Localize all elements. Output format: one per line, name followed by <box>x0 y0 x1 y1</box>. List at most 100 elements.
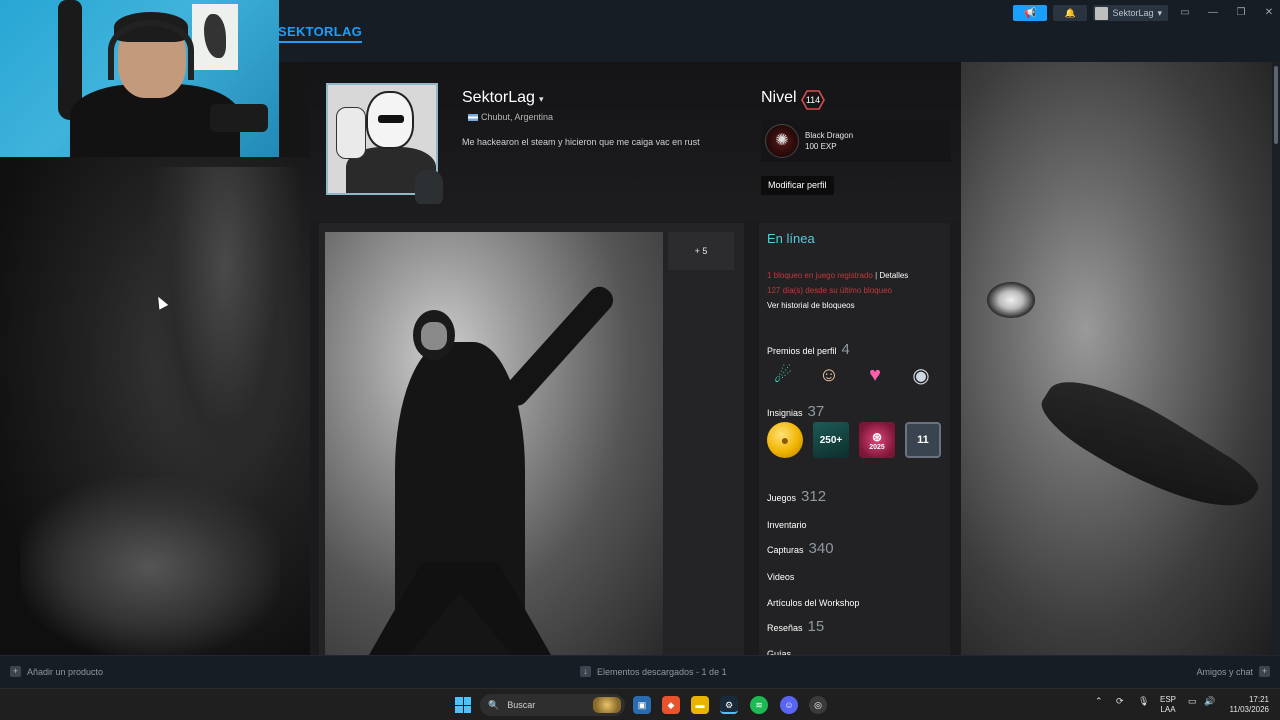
edit-profile-button[interactable]: Modificar perfil <box>761 176 834 195</box>
windows-taskbar: 🔍 Buscar ▣ ◆ ▬ ⚙ ≋ ☺ ◎ ⌃ ⟳ 🎙 ESP LAA ▭ 🔊… <box>0 688 1280 720</box>
maximize-icon[interactable]: ❐ <box>1230 5 1252 21</box>
page-scrollbar[interactable] <box>1272 62 1280 655</box>
chevron-down-icon[interactable]: ▾ <box>539 94 544 104</box>
scrollbar-thumb[interactable] <box>1274 66 1278 144</box>
years-service-badge-icon[interactable]: 11 <box>905 422 941 458</box>
profile-location: Chubut, Argentina <box>468 112 553 122</box>
showcase-more-button[interactable]: + 5 <box>668 232 734 270</box>
big-picture-icon[interactable]: ▭ <box>1174 5 1196 21</box>
comet-award-icon[interactable]: ☄ <box>767 359 799 391</box>
games-label: Juegos <box>767 493 797 503</box>
games-link[interactable]: Juegos 312 <box>767 488 826 505</box>
nav-username-tab[interactable]: SEKTORLAG <box>278 24 363 43</box>
minimize-icon[interactable]: — <box>1202 5 1224 21</box>
account-menu[interactable]: SektorLag ▾ <box>1093 5 1168 21</box>
awards-label: Premios del perfil <box>767 346 837 356</box>
profile-panel: SektorLag ▾ Chubut, Argentina Me hackearo… <box>310 62 961 659</box>
level-value: 114 <box>805 95 821 105</box>
file-explorer-icon[interactable]: ▬ <box>691 696 709 714</box>
microphone-icon[interactable]: 🎙 <box>1138 696 1149 707</box>
favorite-badge[interactable]: ✺ Black Dragon 100 EXP <box>761 120 951 162</box>
videos-label: Videos <box>767 572 795 582</box>
argentina-flag-icon <box>468 113 478 121</box>
level-badge[interactable]: 114 <box>801 90 825 110</box>
brave-browser-icon[interactable]: ◆ <box>662 696 680 714</box>
games-250-badge-icon[interactable]: 250+ <box>813 422 849 458</box>
clock-date: 11/03/2026 <box>1229 705 1269 714</box>
artwork-raised-arm <box>498 281 619 411</box>
friends-label: Amigos y chat <box>1196 666 1253 677</box>
videos-link[interactable]: Videos <box>767 572 794 582</box>
taskbar-search[interactable]: 🔍 Buscar <box>480 694 625 716</box>
close-icon[interactable]: ✕ <box>1258 5 1280 21</box>
coin-badge-icon[interactable]: ● <box>767 422 803 458</box>
microphone <box>210 104 268 132</box>
badges-link[interactable]: Insignias 37 <box>767 403 824 420</box>
vac-ban-notice: 1 bloqueo en juego registrado | Detalles <box>767 271 908 280</box>
avatar-frame-cat <box>415 170 443 204</box>
chevron-down-icon: ▾ <box>1157 7 1162 18</box>
downloads-button[interactable]: ↓ Elementos descargados - 1 de 1 <box>580 666 727 677</box>
reviews-count: 15 <box>807 618 825 635</box>
profile-sidebar: En línea 1 bloqueo en juego registrado |… <box>759 223 950 659</box>
steam-app-icon[interactable]: ⚙ <box>720 696 738 714</box>
search-highlight-image <box>593 697 621 713</box>
screenshots-link[interactable]: Capturas 340 <box>767 540 834 557</box>
network-icon[interactable]: ▭ <box>1188 696 1197 707</box>
inventory-link[interactable]: Inventario <box>767 520 807 530</box>
spotify-icon[interactable]: ≋ <box>750 696 768 714</box>
bell-icon: 🔔 <box>1064 7 1077 18</box>
reviews-link[interactable]: Reseñas 15 <box>767 618 824 635</box>
workshop-label: Artículos del Workshop <box>767 598 860 608</box>
search-icon: 🔍 <box>488 699 500 710</box>
clock-time: 17:21 <box>1248 695 1269 704</box>
profile-username[interactable]: SektorLag ▾ <box>462 89 543 107</box>
workshop-link[interactable]: Artículos del Workshop <box>767 598 859 608</box>
baby-award-icon[interactable]: ☺ <box>813 359 845 391</box>
friends-chat-button[interactable]: Amigos y chat + <box>1196 666 1270 677</box>
location-text: Chubut, Argentina <box>481 112 554 122</box>
announcements-button[interactable]: 📢 <box>1013 5 1048 21</box>
profile-summary: Me hackearon el steam y hicieron que me … <box>462 137 700 147</box>
vac-days-since: 127 día(s) desde su último bloqueo <box>767 286 892 295</box>
volume-icon[interactable]: 🔊 <box>1204 696 1215 707</box>
badge-year: 2025 <box>869 443 885 451</box>
games-count: 312 <box>801 488 827 505</box>
steam-window: SEKTORLAG 📢 🔔 SektorLag ▾ ▭ — ❐ ✕ Sektor… <box>0 0 1280 720</box>
heart-award-icon[interactable]: ♥ <box>859 359 891 391</box>
headset <box>108 20 194 80</box>
raven-eye-art <box>987 282 1035 318</box>
steam-2025-badge-icon[interactable]: ⊛ 2025 <box>859 422 895 458</box>
language-indicator[interactable]: ESP LAA <box>1160 695 1176 715</box>
username-text: SektorLag <box>462 89 535 106</box>
add-product-button[interactable]: + Añadir un producto <box>10 666 103 677</box>
search-label: Buscar <box>507 700 536 710</box>
chevron-up-icon[interactable]: ⌃ <box>1095 696 1103 707</box>
notifications-button[interactable]: 🔔 <box>1053 5 1088 21</box>
profile-background-right <box>961 62 1272 655</box>
obs-icon[interactable]: ◎ <box>809 696 827 714</box>
awards-row: ☄ ☺ ♥ ◉ <box>767 359 937 391</box>
discord-icon[interactable]: ☺ <box>780 696 798 714</box>
background-strip <box>279 62 310 157</box>
lang-bottom: LAA <box>1160 705 1176 714</box>
vac-separator: | <box>875 271 878 280</box>
globe-award-icon[interactable]: ◉ <box>905 359 937 391</box>
vac-details-link[interactable]: Detalles <box>879 271 908 280</box>
artwork-figure-face <box>421 322 447 350</box>
avatar-mask <box>366 91 414 149</box>
account-avatar <box>1095 6 1109 20</box>
sync-icon[interactable]: ⟳ <box>1116 696 1124 707</box>
showcase-artwork[interactable] <box>325 232 663 655</box>
system-clock[interactable]: 17:21 11/03/2026 <box>1225 695 1269 715</box>
avatar-hand <box>336 107 366 159</box>
plus-icon: + <box>10 666 21 677</box>
photos-app-icon[interactable]: ▣ <box>633 696 651 714</box>
awards-count: 4 <box>841 341 850 358</box>
windows-start-icon[interactable] <box>455 697 471 713</box>
raven-beak-art <box>1032 357 1265 539</box>
badge-exp: 100 EXP <box>805 142 837 151</box>
profile-awards-link[interactable]: Premios del perfil 4 <box>767 341 850 358</box>
ban-history-link[interactable]: Ver historial de bloqueos <box>767 301 855 310</box>
badges-row: ● 250+ ⊛ 2025 11 <box>767 422 941 458</box>
